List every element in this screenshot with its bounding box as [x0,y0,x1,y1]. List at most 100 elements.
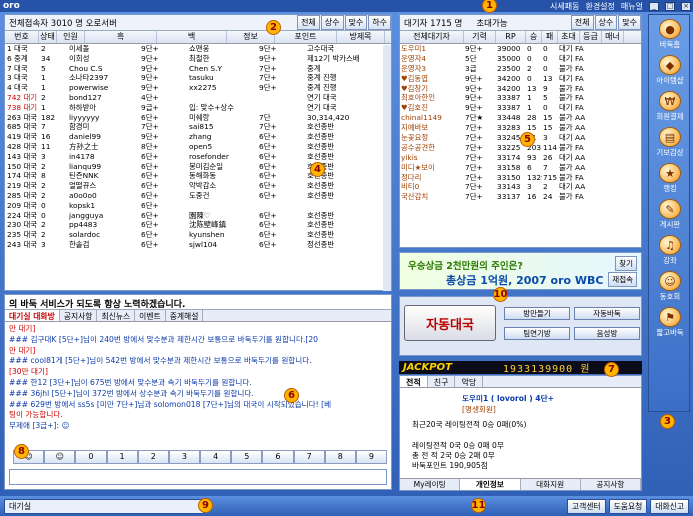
waiting-row[interactable]: 운영자4 5단 35000 0 0 대기 FA [400,54,641,64]
waiting-row[interactable]: 운영자3 3급 23500 2 0 불가 FA [400,64,641,74]
room-row[interactable]: 285 대국 2 a0o0o0 6단+ 도중건 6단+ 호선종반 [5,191,391,201]
tab-chat-support[interactable]: 대화지원 [521,479,581,490]
room-row[interactable]: 230 대국 2 pp4483 6단+ 沈陈壁峰鎮 6단+ 호선종반 [5,220,391,230]
wcol-invite[interactable]: 초대 [558,31,580,43]
wait-filter-all[interactable]: 전체 [570,15,594,30]
report-chat-button[interactable]: 대화신고 [650,498,689,514]
wcol-win[interactable]: 승 [526,31,542,43]
col-white[interactable]: 백 [157,31,227,43]
tab-news[interactable]: 최신뉴스 [97,310,136,321]
filter-equal-button[interactable]: 맞수 [344,15,368,30]
emoticon-key[interactable]: 2 [137,450,169,464]
close-button[interactable]: × [681,1,691,11]
emoticon-key[interactable]: 6 [262,450,294,464]
col-points[interactable]: 포인트 [275,31,337,43]
club-button[interactable]: ☺ 동호회 [651,269,689,302]
room-row[interactable]: 7 대국 5 Chou C.S 9단+ Chen S.Y 7단+ 중계 [5,64,391,74]
tab-announcements[interactable]: 공지사항 [581,479,641,490]
room-row[interactable]: 243 대국 3 한솔검 6단+ sjwl104 6단+ 정선종반 [5,240,391,250]
board-button[interactable]: ✎ 게시판 [651,197,689,230]
waiting-row[interactable]: 최호아한인 9단+ 33387 1 5 불가 FA [400,93,641,103]
wcol-grade[interactable]: 등급 [580,31,602,43]
room-row[interactable]: 428 대국 11 方孙之士 8단+ open5 6단+ 호선종반 [5,142,391,152]
room-row[interactable]: 738 대기 1 하하받아 9급+ 입: 맞수+상수 연기 대국 [5,103,391,113]
room-row[interactable]: 235 대국 2 solardoc 6단+ kyunshen 6단+ 호선종반 [5,230,391,240]
tab-commentary[interactable]: 중계해설 [166,310,204,321]
lecture-button[interactable]: ♫ 강좌 [651,233,689,266]
col-status[interactable]: 상태 [39,31,57,43]
emoticon-key[interactable]: 9 [355,450,388,464]
waiting-row[interactable]: yikis 7단+ 33174 93 26 대기 AA [400,153,641,163]
tab-my-rating[interactable]: My레이팅 [400,479,461,490]
tab-friend[interactable]: 친구 [428,376,456,387]
invite-toggle[interactable]: 초대가능 [476,17,507,29]
emoticon-key[interactable]: 0 [75,450,107,464]
room-row[interactable]: 4 대국 1 powerwise 9단+ xx2275 9단+ 중계 진행 [5,83,391,93]
auto-match-button[interactable]: 자동대국 [404,305,496,341]
wcol-manner[interactable]: 매너 [602,31,624,43]
emoticon-key[interactable]: 7 [293,450,325,464]
room-row[interactable]: 174 대국8틴즌NNK6단+동해화동6단+호선종반 [5,171,391,181]
wcol-rp[interactable]: RP [496,31,526,43]
team-room-button[interactable]: 팀연기방 [504,327,570,340]
wcol-id[interactable]: 전체대기자 [400,31,464,43]
menu-item-settings[interactable]: 환경설정 [585,1,614,12]
room-row[interactable]: 143 대국 3 in4178 6단+ rosefonder 6단+ 호선종반 [5,152,391,162]
tab-personal-info[interactable]: 개인정보 [460,479,521,490]
emoticon-key[interactable]: 8 [324,450,356,464]
room-row[interactable]: 419 대국 16 daniel99 9단+ zhang 6단+ 호선종반 [5,132,391,142]
emoticon-key[interactable]: 1 [106,450,138,464]
game-record-button[interactable]: ▤ 기보감상 [651,125,689,158]
ranking-button[interactable]: ★ 랭킹 [651,161,689,194]
wcol-level[interactable]: 기력 [464,31,496,43]
waiting-row[interactable]: chinal1149 7단★ 33448 28 15 불가 AA [400,113,641,123]
room-row[interactable]: 150 대국2lianqu996단+봉미김순일6단+호선종반 [5,162,391,172]
waiting-row[interactable]: ♥김동엽 9단+ 34200 0 13 대기 FA [400,74,641,84]
customer-center-button[interactable]: 고객센터 [566,498,606,514]
waiting-row[interactable]: 비티0 7단+ 33143 3 2 대기 AA [400,182,641,192]
room-row[interactable]: 685 대국 7 함경미 7단+ sai815 7단+ 호선종반 [5,122,391,132]
help-request-button[interactable]: 도움요청 [608,498,648,514]
short-baduk-button[interactable]: ⚑ 짧고바둑 [651,305,689,338]
col-number[interactable]: 번호 [5,31,39,43]
filter-weak-button[interactable]: 하수 [368,15,391,30]
filter-strong-button[interactable]: 상수 [320,15,344,30]
wait-filter-equal[interactable]: 맞수 [618,15,641,30]
waiting-row[interactable]: 지예바보 7단+ 33283 15 15 불가 AA [400,123,641,133]
chat-input[interactable] [9,469,387,485]
maximize-button[interactable]: □ [665,1,675,11]
tab-notice[interactable]: 공지사항 [60,310,98,321]
emoticon-key[interactable]: 4 [200,450,232,464]
room-row[interactable]: 224 대국 0 jangguya 6단+ 園陳♡ 6단+ 호선종반 [5,211,391,221]
waiting-row[interactable]: 도우미1 9단+ 39000 0 0 대기 FA [400,44,641,54]
menu-item-market[interactable]: 시세패동 [550,1,579,12]
item-shop-button[interactable]: ◆ 아이템샵 [651,53,689,86]
waiting-row[interactable]: 국산감치 7단+ 33137 16 24 불가 FA [400,192,641,202]
room-row[interactable]: 209 대국 0 kopsk1 6단+ [5,201,391,211]
room-row[interactable]: 1 대국 2 이세돌 9단+ 쇼맨웅 9단+ 고수대국 [5,44,391,54]
payment-button[interactable]: ₩ 회원결제 [651,89,689,122]
waiting-row[interactable]: 미디★보이 7단+ 33158 6 7 불가 AA [400,163,641,173]
emoticon-key[interactable]: ☺ [44,450,76,464]
waiting-row[interactable]: 정다리 7단+ 33150 1329715불가FA [400,173,641,183]
col-title[interactable]: 방제목 [337,31,385,43]
baduk-home-button[interactable]: ● 바둑홈 [651,17,689,50]
tab-event[interactable]: 이벤트 [135,310,166,321]
tab-enemy[interactable]: 악당 [455,376,484,387]
filter-all-button[interactable]: 전체 [297,15,320,30]
room-list-scrollbar[interactable] [383,45,391,291]
room-row[interactable]: 3 대국 1 소나타2397 9단+ tasuku 7단+ 중계 진행 [5,73,391,83]
col-black[interactable]: 흑 [85,31,157,43]
voice-room-button[interactable]: 음성방 [574,327,640,340]
wcol-loss[interactable]: 패 [542,31,558,43]
emoticon-key[interactable]: 5 [231,450,263,464]
waiting-row[interactable]: ♥김창기 9단+ 34200 13 9 불가 FA [400,84,641,94]
reconnect-button[interactable]: 재접속 [608,272,637,287]
create-room-button[interactable]: 방만들기 [504,307,570,320]
room-row[interactable]: 742 대기 2 bond127 4단+ 연기 대국 [5,93,391,103]
emoticon-key[interactable]: 3 [168,450,201,464]
waiting-row[interactable]: ♥김호진 9단+ 33387 1 0 대기 FA [400,103,641,113]
minimize-button[interactable]: _ [649,1,659,11]
find-button[interactable]: 찾기 [615,256,637,271]
room-row[interactable]: 219 대국 2 얼떨뀨스 6단+ 악박감소 6단+ 호선종반 [5,181,391,191]
